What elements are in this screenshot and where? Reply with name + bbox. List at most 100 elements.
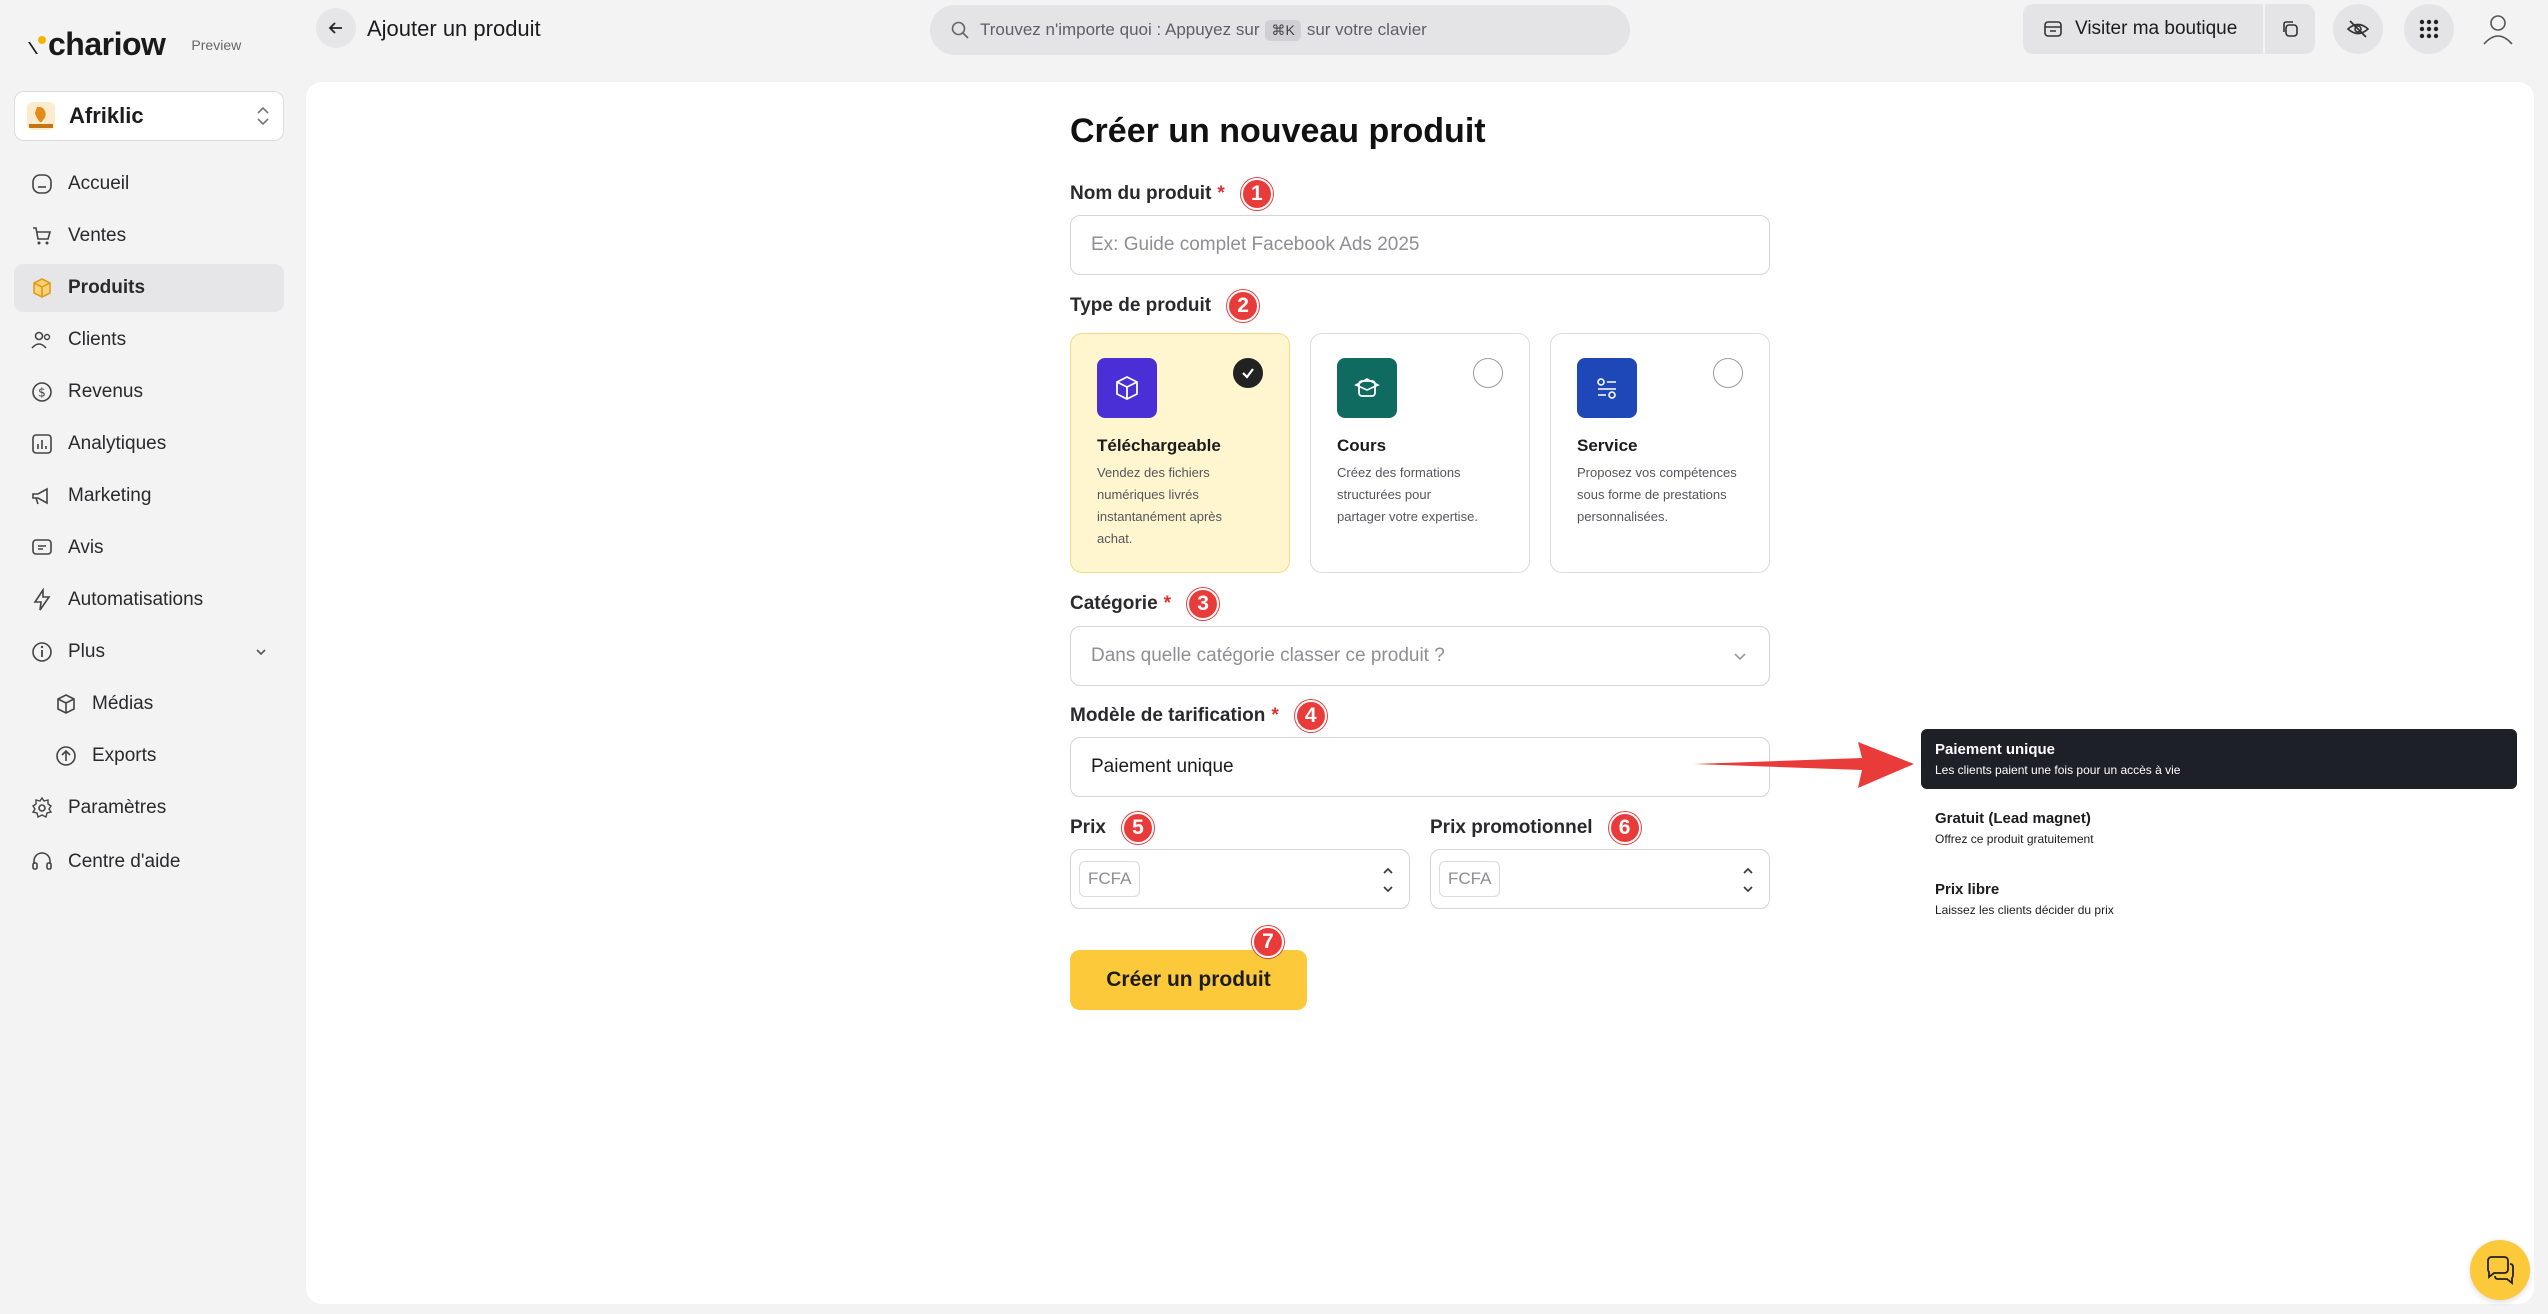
- product-name-placeholder: Ex: Guide complet Facebook Ads 2025: [1091, 234, 1420, 255]
- promo-price-input[interactable]: FCFA: [1430, 849, 1770, 909]
- label-text: Prix promotionnel: [1430, 817, 1593, 838]
- brand[interactable]: chariow Preview: [28, 26, 241, 63]
- course-icon: [1337, 358, 1397, 418]
- pricing-model-label: Modèle de tarification * 4: [1070, 700, 1327, 732]
- sidebar-item-produits[interactable]: Produits: [14, 264, 284, 312]
- bar-chart-icon: [32, 434, 52, 454]
- page-title: Ajouter un produit: [367, 16, 541, 41]
- promo-price-label: Prix promotionnel 6: [1430, 812, 1641, 844]
- pricing-option-pay-what-you-want[interactable]: Prix libre Laissez les clients décider d…: [1921, 881, 2517, 917]
- sidebar-item-revenus[interactable]: $ Revenus: [14, 368, 284, 416]
- grid-icon: [2419, 19, 2439, 39]
- sidebar-item-parametres[interactable]: Paramètres: [14, 784, 284, 832]
- sidebar-item-ventes[interactable]: Ventes: [14, 212, 284, 260]
- required-mark: *: [1163, 593, 1172, 614]
- copy-link-button[interactable]: [2265, 4, 2315, 54]
- chariow-logo-icon: [28, 35, 46, 54]
- step-badge: 5: [1121, 812, 1154, 844]
- svg-text:$: $: [38, 386, 46, 400]
- profile-button[interactable]: [2473, 0, 2523, 58]
- type-radio[interactable]: [1713, 358, 1743, 388]
- currency-badge: FCFA: [1079, 861, 1141, 897]
- label-text: Catégorie: [1070, 593, 1158, 614]
- download-product-icon: [1097, 358, 1157, 418]
- home-icon: [32, 174, 52, 194]
- price-input[interactable]: FCFA: [1070, 849, 1410, 909]
- sidebar-item-label: Analytiques: [68, 433, 167, 454]
- headset-icon: [32, 852, 52, 870]
- number-stepper-icon[interactable]: [1381, 860, 1395, 900]
- help-center-label: Centre d'aide: [68, 851, 181, 872]
- users-icon: [31, 331, 51, 349]
- required-mark: *: [1217, 183, 1225, 204]
- sidebar-item-label: Médias: [92, 693, 154, 714]
- search-placeholder-suffix: sur votre clavier: [1306, 20, 1427, 39]
- category-select[interactable]: Dans quelle catégorie classer ce produit…: [1070, 626, 1770, 686]
- sidebar-item-marketing[interactable]: Marketing: [14, 472, 284, 520]
- sidebar-item-label: Accueil: [68, 173, 130, 194]
- sidebar-nav: Accueil Ventes Produits Clients $ Revenu…: [14, 160, 284, 836]
- hide-preview-button[interactable]: [2333, 4, 2383, 54]
- pricing-option-title: Gratuit (Lead magnet): [1935, 810, 2091, 827]
- help-center-link[interactable]: Centre d'aide: [30, 850, 180, 874]
- sidebar-item-exports[interactable]: Exports: [14, 732, 284, 780]
- shop-logo-icon: [27, 102, 55, 130]
- type-card-desc: Proposez vos compétences sous forme de p…: [1577, 465, 1737, 524]
- global-search[interactable]: Trouvez n'importe quoi : Appuyez sur ⌘K …: [930, 5, 1630, 55]
- preview-badge: Preview: [191, 36, 242, 53]
- type-card-service[interactable]: Service Proposez vos compétences sous fo…: [1550, 333, 1770, 573]
- product-name-input[interactable]: Ex: Guide complet Facebook Ads 2025: [1070, 215, 1770, 275]
- upload-icon: [56, 746, 76, 766]
- sidebar: chariow Preview Afriklic Accueil Ventes: [0, 0, 300, 1314]
- back-button[interactable]: [316, 8, 356, 48]
- sidebar-item-label: Produits: [68, 277, 146, 298]
- number-stepper-icon[interactable]: [1741, 860, 1755, 900]
- sidebar-item-clients[interactable]: Clients: [14, 316, 284, 364]
- price-label: Prix 5: [1070, 812, 1154, 844]
- sidebar-item-label: Revenus: [68, 381, 143, 402]
- chevron-down-icon: [256, 649, 266, 656]
- label-text: Modèle de tarification: [1070, 705, 1266, 726]
- type-card-desc: Créez des formations structurées pour pa…: [1337, 465, 1478, 524]
- step-badge: 3: [1187, 588, 1220, 620]
- sidebar-item-medias[interactable]: Médias: [14, 680, 284, 728]
- label-text: Prix: [1070, 817, 1106, 838]
- pricing-option-title: Prix libre: [1935, 881, 2000, 898]
- gear-icon: [31, 796, 53, 819]
- step-badge: 4: [1294, 700, 1327, 732]
- currency-badge: FCFA: [1439, 861, 1501, 897]
- sidebar-item-analytiques[interactable]: Analytiques: [14, 420, 284, 468]
- pricing-model-select[interactable]: Paiement unique: [1070, 737, 1770, 797]
- label-text: Nom du produit: [1070, 183, 1212, 204]
- search-placeholder-prefix: Trouvez n'importe quoi : Appuyez sur: [980, 20, 1260, 39]
- type-card-desc: Vendez des fichiers numériques livrés in…: [1097, 465, 1223, 546]
- apps-grid-button[interactable]: [2404, 4, 2454, 54]
- shop-name: Afriklic: [69, 103, 144, 128]
- chat-support-button[interactable]: [2470, 1240, 2530, 1300]
- product-name-label: Nom du produit * 1: [1070, 178, 1273, 210]
- user-icon: [2483, 15, 2513, 45]
- type-card-course[interactable]: Cours Créez des formations structurées p…: [1310, 333, 1530, 573]
- shop-selector[interactable]: Afriklic: [14, 91, 284, 141]
- sidebar-item-avis[interactable]: Avis: [14, 524, 284, 572]
- type-card-downloadable[interactable]: Téléchargeable Vendez des fichiers numér…: [1070, 333, 1290, 573]
- sidebar-item-label: Marketing: [68, 485, 152, 506]
- visit-shop-label: Visiter ma boutique: [2075, 18, 2238, 39]
- pricing-option-one-time[interactable]: Paiement unique Les clients paient une f…: [1921, 729, 2517, 789]
- create-product-button[interactable]: Créer un produit: [1070, 950, 1307, 1010]
- visit-shop-button[interactable]: Visiter ma boutique: [2023, 4, 2263, 54]
- sidebar-item-label: Plus: [68, 641, 105, 662]
- chevron-down-icon: [1734, 653, 1746, 661]
- sidebar-item-label: Exports: [92, 745, 157, 766]
- pricing-option-free[interactable]: Gratuit (Lead magnet) Offrez ce produit …: [1921, 810, 2517, 846]
- form-heading: Créer un nouveau produit: [1070, 112, 1486, 150]
- sidebar-item-plus[interactable]: Plus: [14, 628, 284, 676]
- type-radio[interactable]: [1473, 358, 1503, 388]
- sidebar-item-automatisations[interactable]: Automatisations: [14, 576, 284, 624]
- category-label: Catégorie * 3: [1070, 588, 1220, 620]
- arrow-left-icon: [328, 22, 342, 34]
- pricing-option-desc: Les clients paient une fois pour un accè…: [1935, 763, 2181, 777]
- type-radio-checked[interactable]: [1233, 358, 1263, 388]
- step-badge: 7: [1252, 926, 1284, 958]
- sidebar-item-accueil[interactable]: Accueil: [14, 160, 284, 208]
